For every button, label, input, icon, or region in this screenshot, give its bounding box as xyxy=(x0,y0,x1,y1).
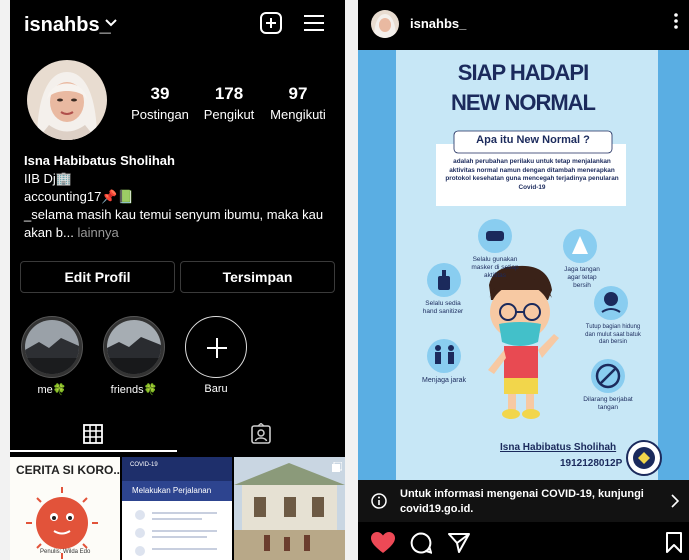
poster-tip-distance: Menjaga jarak xyxy=(422,377,466,384)
stat-followers[interactable]: 178 Pengikut xyxy=(198,84,260,122)
highlight-new[interactable]: Baru xyxy=(185,316,247,395)
grid-post-2-subtitle: Melakukan Perjalanan xyxy=(132,486,212,495)
highlight-friends-label: friends🍀 xyxy=(110,384,158,396)
profile-name: Isna Habibatus Sholihah xyxy=(24,153,175,168)
saved-button[interactable]: Tersimpan xyxy=(180,261,335,293)
poster-title-line-2: NEW NORMAL xyxy=(451,90,596,115)
plus-icon xyxy=(207,338,227,358)
post-author-avatar[interactable] xyxy=(371,10,399,38)
stat-following-label: Mengikuti xyxy=(270,107,326,122)
bio-text: _selama masih kau temui senyum ibumu, ma… xyxy=(24,207,324,240)
bio-line-1: IIB Dj🏢 xyxy=(24,171,72,186)
highlight-friends[interactable]: friends🍀 xyxy=(103,316,165,396)
active-tab-indicator xyxy=(10,450,177,452)
stat-posts[interactable]: 39 Postingan xyxy=(126,84,194,122)
edit-profile-button[interactable]: Edit Profil xyxy=(20,261,175,293)
post-action-bar xyxy=(358,526,689,560)
poster-tip-mask: Selalu gunakan masker di setiap aktifita… xyxy=(471,256,519,279)
poster-tip-cough: Tutup bagian hidung dan mulut saat batuk… xyxy=(585,324,641,345)
highlight-friends-cover xyxy=(103,316,165,378)
post-screen: isnahbs_ SIAP HADAPI NEW NORMAL Apa itu … xyxy=(358,0,689,560)
poster-title: SIAP HADAPI NEW NORMAL xyxy=(418,58,628,118)
highlight-new-cover xyxy=(185,316,247,378)
grid-post-1-title: CERITA SI KORO... xyxy=(16,463,120,477)
heart-icon[interactable] xyxy=(371,532,395,554)
more-options-icon[interactable] xyxy=(674,13,678,29)
stat-followers-count: 178 xyxy=(214,84,244,103)
poster-author-id: 1912128012P xyxy=(560,458,623,469)
poster-title-line-1: SIAP HADAPI xyxy=(457,60,589,85)
chevron-down-icon[interactable] xyxy=(105,18,117,28)
profile-top-bar: isnahbs_ xyxy=(10,0,345,48)
bio-more-link[interactable]: lainnya xyxy=(74,225,118,240)
profile-avatar[interactable] xyxy=(27,60,107,140)
highlight-me[interactable]: me🍀 xyxy=(21,316,83,396)
grid-icon[interactable] xyxy=(83,424,103,444)
profile-username[interactable]: isnahbs_ xyxy=(24,14,111,37)
highlight-me-label: me🍀 xyxy=(37,384,67,396)
bio-line-3: _selama masih kau temui senyum ibumu, ma… xyxy=(24,206,334,242)
covid-info-text: Untuk informasi mengenai COVID-19, kunju… xyxy=(400,488,644,515)
stat-followers-label: Pengikut xyxy=(203,107,255,122)
posts-grid: CERITA SI KORO... Penulis: Wilda Edo COV… xyxy=(10,457,345,560)
highlight-me-cover xyxy=(21,316,83,378)
bio-line-2: accounting17📌📗 xyxy=(24,189,134,204)
tagged-icon[interactable] xyxy=(250,423,272,445)
covid-info-banner[interactable]: Untuk informasi mengenai COVID-19, kunju… xyxy=(358,480,689,522)
post-header: isnahbs_ xyxy=(358,0,689,48)
poster-tip-handshake: Dilarang berjabat tangan xyxy=(583,396,633,411)
highlight-new-label: Baru xyxy=(204,383,228,395)
poster-author-name: Isna Habibatus Sholihah xyxy=(500,442,617,453)
profile-tabs xyxy=(10,416,345,454)
profile-bio: Isna Habibatus Sholihah IIB Dj🏢 accounti… xyxy=(24,152,334,242)
bookmark-icon[interactable] xyxy=(666,532,682,553)
grid-post-2-title: COVID-19 xyxy=(130,462,158,468)
info-icon xyxy=(371,493,387,509)
multi-photo-icon xyxy=(332,462,342,472)
share-icon[interactable] xyxy=(448,532,470,553)
add-post-icon[interactable] xyxy=(260,12,282,34)
poster-tip-hands: Jaga tangan agar tetap bersih xyxy=(564,266,600,289)
stat-following[interactable]: 97 Mengikuti xyxy=(264,84,332,122)
comment-icon[interactable] xyxy=(410,532,432,554)
stat-following-count: 97 xyxy=(288,84,308,103)
grid-post-2[interactable]: COVID-19 Melakukan Perjalanan xyxy=(122,457,232,560)
stat-posts-count: 39 xyxy=(150,84,170,103)
grid-post-3[interactable] xyxy=(234,457,345,560)
stat-posts-label: Postingan xyxy=(131,107,189,122)
chevron-right-icon xyxy=(671,494,679,508)
poster-definition: adalah perubahan perilaku untuk tetap me… xyxy=(445,158,619,191)
post-image[interactable]: SIAP HADAPI NEW NORMAL Apa itu New Norma… xyxy=(358,50,689,480)
grid-post-1-caption: Penulis: Wilda Edo xyxy=(40,549,91,555)
poster-tip-sanitizer: Selalu sedia hand sanitizer xyxy=(422,300,464,315)
post-author-username[interactable]: isnahbs_ xyxy=(410,16,466,31)
profile-screen: isnahbs_ 39 Postingan 178 Pengikut 97 Me… xyxy=(10,0,345,560)
poster-question: Apa itu New Normal ? xyxy=(476,134,590,146)
menu-icon[interactable] xyxy=(304,14,324,32)
grid-post-1[interactable]: CERITA SI KORO... Penulis: Wilda Edo xyxy=(10,457,120,560)
